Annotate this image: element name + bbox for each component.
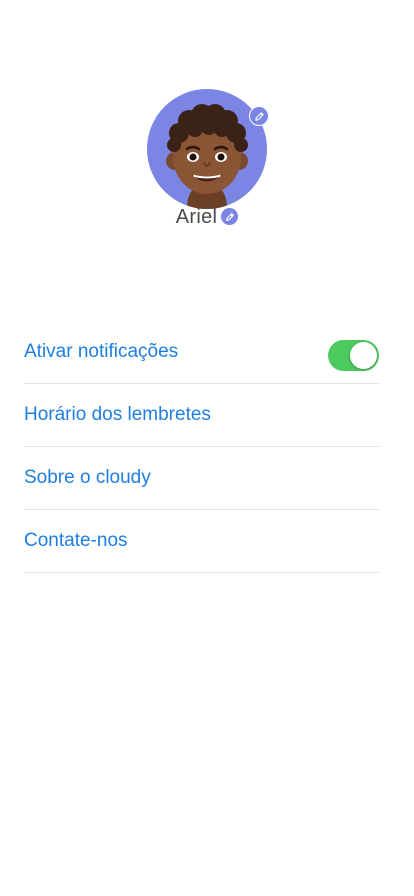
profile-name: Ariel [175, 206, 218, 228]
avatar[interactable] [147, 89, 267, 209]
menu-item-about[interactable]: Sobre o cloudy [24, 447, 379, 510]
toggle-knob [350, 341, 377, 369]
menu-item-label: Contate-nos [24, 530, 128, 551]
menu-item-label: Horário dos lembretes [24, 404, 211, 425]
memoji-avatar-icon [166, 104, 248, 209]
settings-menu: Ativar notificações Horário dos lembrete… [24, 321, 379, 573]
edit-name-button[interactable] [221, 208, 239, 225]
menu-item-notifications[interactable]: Ativar notificações [24, 321, 379, 384]
edit-avatar-button[interactable] [249, 106, 269, 126]
menu-item-reminder-time[interactable]: Horário dos lembretes [24, 384, 379, 447]
menu-item-label: Ativar notificações [24, 341, 179, 362]
profile-header: Ariel [0, 89, 414, 239]
pencil-icon [254, 111, 264, 121]
name-row: Ariel [0, 206, 414, 229]
notifications-toggle[interactable] [328, 339, 379, 371]
menu-item-label: Sobre o cloudy [24, 467, 151, 488]
menu-item-contact[interactable]: Contate-nos [24, 510, 379, 573]
pencil-icon [225, 212, 234, 221]
